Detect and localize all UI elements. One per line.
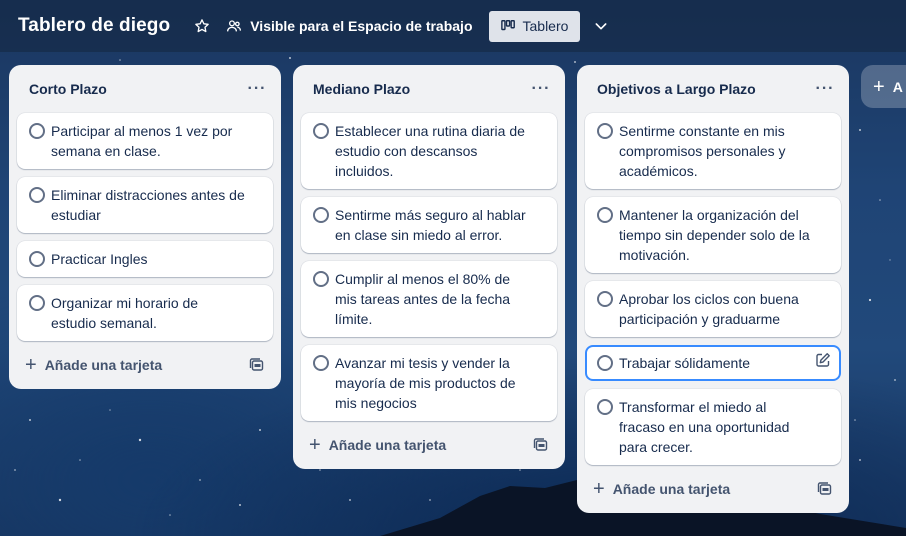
add-list-button[interactable]: + A	[861, 65, 906, 108]
add-card-label: Añade una tarjeta	[612, 481, 731, 497]
card-title: Mantener la organización del tiempo sin …	[619, 207, 810, 263]
complete-circle-icon[interactable]	[597, 123, 613, 139]
more-dots-icon[interactable]: ···	[813, 77, 837, 101]
card-title: Sentirme más seguro al hablar en clase s…	[335, 207, 526, 243]
complete-circle-icon[interactable]	[597, 355, 613, 371]
card[interactable]: Practicar Ingles	[17, 241, 273, 277]
complete-circle-icon[interactable]	[313, 207, 329, 223]
card[interactable]: Sentirme constante en mis compromisos pe…	[585, 113, 841, 189]
template-icon[interactable]	[249, 357, 265, 373]
complete-circle-icon[interactable]	[29, 295, 45, 311]
pencil-icon[interactable]	[815, 352, 831, 368]
add-card-button[interactable]: + Añade una tarjeta	[309, 434, 447, 456]
card-hovered[interactable]: Trabajar sólidamente	[585, 345, 841, 381]
add-card-label: Añade una tarjeta	[328, 437, 447, 453]
view-switcher-button[interactable]: Tablero	[488, 10, 581, 42]
complete-circle-icon[interactable]	[29, 123, 45, 139]
card[interactable]: Mantener la organización del tiempo sin …	[585, 197, 841, 273]
board-title[interactable]: Tablero de diego	[18, 15, 170, 37]
complete-circle-icon[interactable]	[313, 123, 329, 139]
list-header: Corto Plazo ···	[17, 65, 273, 113]
template-icon[interactable]	[533, 437, 549, 453]
board-icon	[500, 20, 515, 31]
card-title: Eliminar distracciones antes de estudiar	[51, 187, 245, 223]
complete-circle-icon[interactable]	[313, 271, 329, 287]
card[interactable]: Participar al menos 1 vez por semana en …	[17, 113, 273, 169]
card[interactable]: Eliminar distracciones antes de estudiar	[17, 177, 273, 233]
list-title[interactable]: Corto Plazo	[29, 81, 107, 97]
complete-circle-icon[interactable]	[597, 399, 613, 415]
card-title: Avanzar mi tesis y vender la mayoría de …	[335, 355, 516, 411]
list-footer: + Añade una tarjeta	[585, 473, 841, 505]
list-title[interactable]: Mediano Plazo	[313, 81, 410, 97]
card-title: Organizar mi horario de estudio semanal.	[51, 295, 199, 331]
card[interactable]: Transformar el miedo al fracaso en una o…	[585, 389, 841, 465]
card-title: Aprobar los ciclos con buena participaci…	[619, 291, 799, 327]
complete-circle-icon[interactable]	[597, 207, 613, 223]
card-title: Transformar el miedo al fracaso en una o…	[619, 399, 790, 455]
view-label: Tablero	[522, 18, 569, 34]
visibility-label: Visible para el Espacio de trabajo	[250, 18, 473, 34]
board-header: Tablero de diego Visible para el Espacio…	[0, 0, 906, 52]
card-title: Participar al menos 1 vez por semana en …	[51, 123, 233, 159]
list-title[interactable]: Objetivos a Largo Plazo	[597, 81, 756, 97]
card-title: Practicar Ingles	[51, 251, 148, 267]
card[interactable]: Avanzar mi tesis y vender la mayoría de …	[301, 345, 557, 421]
complete-circle-icon[interactable]	[313, 355, 329, 371]
list-footer: + Añade una tarjeta	[301, 429, 557, 461]
card-title: Cumplir al menos el 80% de mis tareas an…	[335, 271, 511, 327]
list-objetivos-largo-plazo: Objetivos a Largo Plazo ··· Sentirme con…	[577, 65, 849, 513]
card[interactable]: Aprobar los ciclos con buena participaci…	[585, 281, 841, 337]
plus-icon: +	[309, 434, 321, 456]
list-header: Objetivos a Largo Plazo ···	[585, 65, 841, 113]
more-dots-icon[interactable]: ···	[245, 77, 269, 101]
plus-icon: +	[873, 75, 885, 98]
card[interactable]: Organizar mi horario de estudio semanal.	[17, 285, 273, 341]
complete-circle-icon[interactable]	[597, 291, 613, 307]
card-title: Trabajar sólidamente	[619, 355, 750, 371]
plus-icon: +	[593, 478, 605, 500]
add-card-button[interactable]: + Añade una tarjeta	[593, 478, 731, 500]
card-title: Establecer una rutina diaria de estudio …	[335, 123, 525, 179]
card[interactable]: Sentirme más seguro al hablar en clase s…	[301, 197, 557, 253]
more-dots-icon[interactable]: ···	[529, 77, 553, 101]
list-footer: + Añade una tarjeta	[17, 349, 273, 381]
star-button[interactable]	[188, 12, 216, 40]
add-card-label: Añade una tarjeta	[44, 357, 163, 373]
visibility-button[interactable]: Visible para el Espacio de trabajo	[226, 11, 473, 41]
list-mediano-plazo: Mediano Plazo ··· Establecer una rutina …	[293, 65, 565, 469]
chevron-down-icon	[595, 23, 607, 30]
complete-circle-icon[interactable]	[29, 251, 45, 267]
list-header: Mediano Plazo ···	[301, 65, 557, 113]
view-dropdown-button[interactable]	[588, 11, 614, 41]
add-list-label: A	[892, 78, 903, 95]
plus-icon: +	[25, 354, 37, 376]
star-icon	[195, 19, 210, 33]
list-corto-plazo: Corto Plazo ··· Participar al menos 1 ve…	[9, 65, 281, 389]
complete-circle-icon[interactable]	[29, 187, 45, 203]
card-title: Sentirme constante en mis compromisos pe…	[619, 123, 786, 179]
template-icon[interactable]	[817, 481, 833, 497]
add-card-button[interactable]: + Añade una tarjeta	[25, 354, 163, 376]
people-icon	[227, 20, 242, 32]
card[interactable]: Establecer una rutina diaria de estudio …	[301, 113, 557, 189]
card[interactable]: Cumplir al menos el 80% de mis tareas an…	[301, 261, 557, 337]
